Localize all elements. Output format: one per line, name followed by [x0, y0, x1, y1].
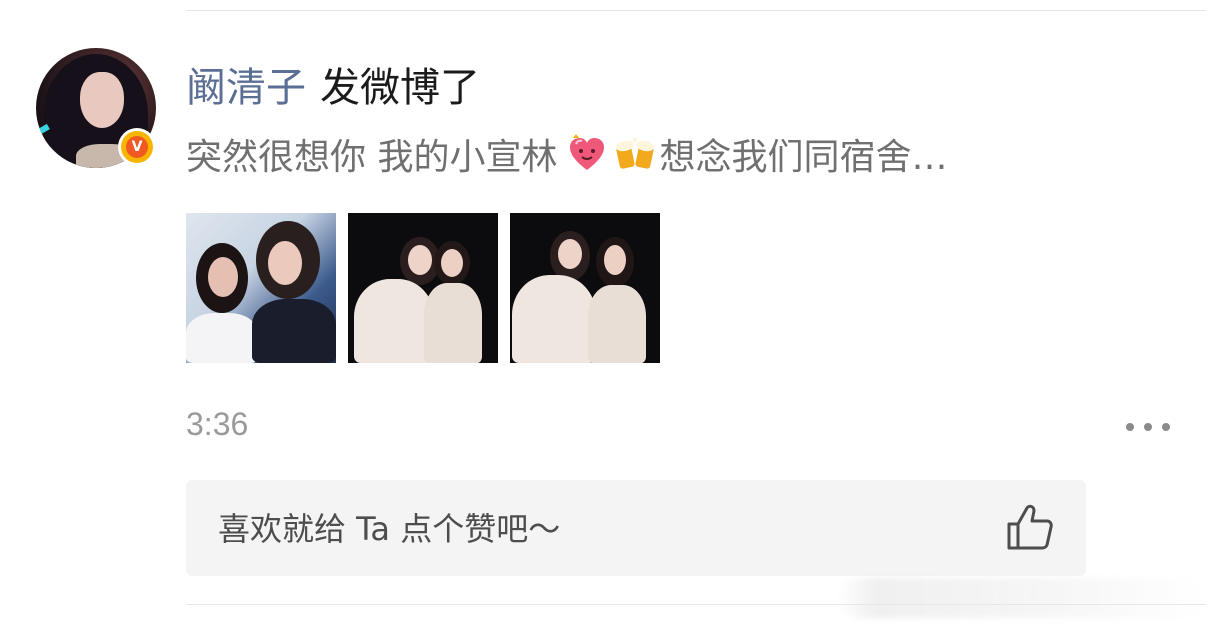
beer-cheers-emoji-icon [616, 137, 655, 169]
more-dot-icon [1162, 423, 1170, 431]
weibo-post-card: V 阚清子 发微博了 突然很想你 我的小宣林 想念我们同宿舍… 3:36 喜欢就… [0, 0, 1206, 629]
like-prompt: 喜欢就给 Ta 点个赞吧～ [218, 510, 561, 548]
post-text-part2: 想念我们同宿舍… [659, 137, 948, 178]
more-dot-icon [1144, 423, 1152, 431]
post-header: 阚清子 发微博了 [186, 55, 480, 113]
like-bar[interactable]: 喜欢就给 Ta 点个赞吧～ [186, 480, 1086, 576]
post-text-part1: 突然很想你 我的小宣林 [186, 137, 558, 178]
post-photo-1[interactable] [186, 213, 336, 363]
post-timestamp: 3:36 [186, 406, 249, 442]
post-photo-2[interactable] [348, 213, 498, 363]
post-action-label: 发微博了 [320, 65, 480, 111]
top-divider [186, 10, 1206, 11]
avatar-face [80, 72, 124, 128]
blurred-overlay [838, 578, 1206, 618]
post-text[interactable]: 突然很想你 我的小宣林 想念我们同宿舍… [186, 130, 947, 178]
post-photo-3[interactable] [510, 213, 660, 363]
bottom-divider [186, 604, 1206, 605]
username-link[interactable]: 阚清子 [186, 55, 306, 113]
more-options-button[interactable] [1126, 414, 1170, 440]
verified-badge-icon: V [118, 128, 156, 166]
heart-face-emoji-icon [570, 134, 605, 170]
thumbs-up-icon[interactable] [1004, 502, 1056, 554]
more-dot-icon [1126, 423, 1134, 431]
